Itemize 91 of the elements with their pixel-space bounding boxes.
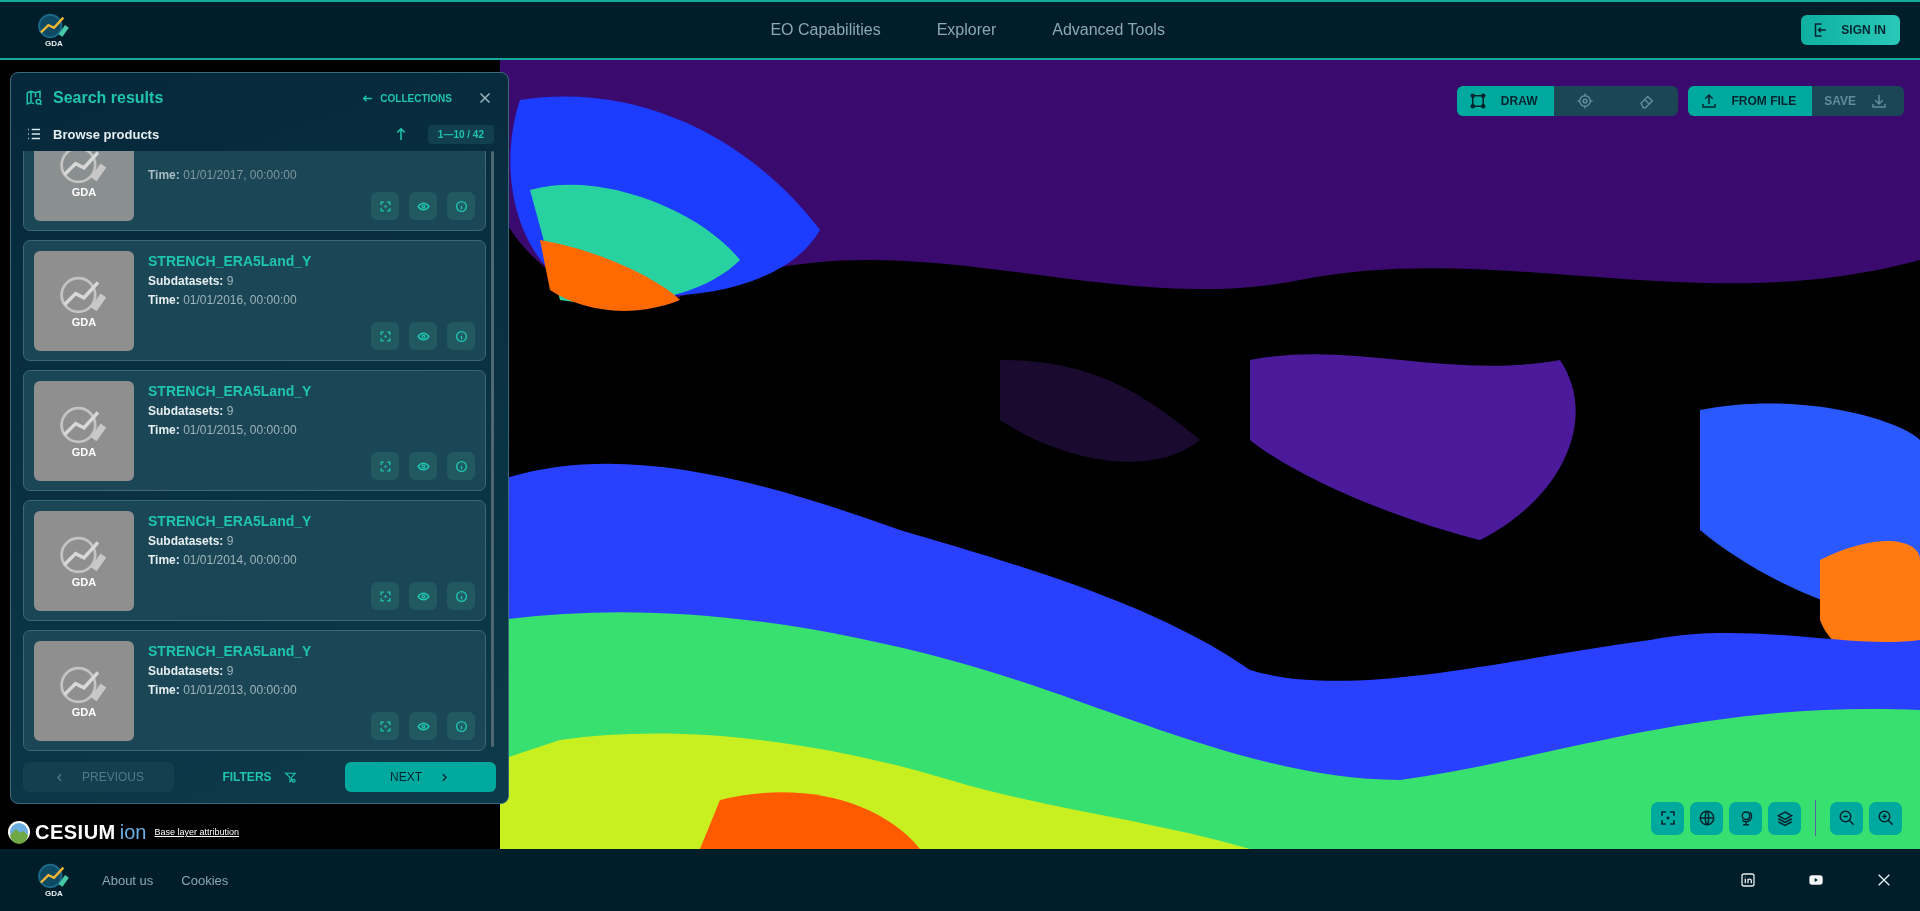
zoom-to-button[interactable] <box>371 452 399 480</box>
thumbnail-label: GDA <box>71 575 97 588</box>
target-icon <box>1575 92 1594 110</box>
preview-button[interactable] <box>409 192 437 220</box>
preview-button[interactable] <box>409 582 437 610</box>
focus-icon <box>378 459 392 473</box>
thumbnail-label: GDA <box>71 705 97 718</box>
nav-link[interactable]: Advanced Tools <box>1052 21 1165 39</box>
brand-name: CESIUM <box>35 820 116 844</box>
subdatasets-text: Subdatasets: 9 <box>148 274 235 288</box>
brand-suffix: ion <box>119 820 147 844</box>
info-button[interactable] <box>447 322 475 350</box>
nav-link[interactable]: Explorer <box>936 21 997 39</box>
time-text: Time: 01/01/2016, 00:00:00 <box>148 293 298 307</box>
nav-link[interactable]: EO Capabilities <box>770 21 881 39</box>
product-name: STRENCH_ERA5Land_Y <box>148 383 313 399</box>
product-card[interactable]: GDA Time: 01/01/2017, 00:00:00 <box>23 151 486 231</box>
info-button[interactable] <box>447 192 475 220</box>
thumbnail-label: GDA <box>71 185 97 198</box>
focus-icon <box>1658 809 1677 827</box>
map-search-icon <box>25 89 43 107</box>
info-button[interactable] <box>447 712 475 740</box>
zoom-out-icon <box>1837 809 1856 827</box>
layers-icon <box>1775 809 1794 827</box>
product-name: STRENCH_ERA5Land_Y <box>148 513 313 529</box>
preview-button[interactable] <box>409 712 437 740</box>
browse-products-label: Browse products <box>53 126 161 142</box>
logo[interactable]: GDA <box>34 12 74 48</box>
logo-text: GDA <box>45 40 63 48</box>
focus-icon <box>378 719 392 733</box>
logo-text: GDA <box>45 890 63 898</box>
play-icon[interactable] <box>1808 872 1824 888</box>
thumbnail-label: GDA <box>71 315 97 328</box>
product-card[interactable]: GDA STRENCH_ERA5Land_Y Subdatasets: 9 Time: 01/01/2014, 00:00:00 <box>23 500 486 621</box>
globe-icon <box>1697 809 1716 827</box>
scroll-bar[interactable] <box>491 151 494 747</box>
subdatasets-text: Subdatasets: 9 <box>148 664 235 678</box>
from-file-button[interactable]: FROM FILE <box>1687 86 1813 116</box>
time-text: Time: 01/01/2015, 00:00:00 <box>148 423 298 437</box>
square-nodes-icon <box>1468 92 1487 110</box>
x-icon[interactable] <box>1876 872 1892 888</box>
time-text: Time: 01/01/2014, 00:00:00 <box>148 553 298 567</box>
filters-button[interactable]: FILTERS <box>216 769 303 785</box>
info-icon <box>454 199 468 213</box>
footer-link[interactable]: Cookies <box>181 872 229 888</box>
product-card[interactable]: GDA STRENCH_ERA5Land_Y Subdatasets: 9 Time: 01/01/2016, 00:00:00 <box>23 240 486 361</box>
subdatasets-text: Subdatasets: 9 <box>148 534 235 548</box>
layers-button[interactable] <box>1768 801 1801 835</box>
next-button[interactable]: NEXT <box>345 762 496 792</box>
subdatasets-text: Subdatasets: 9 <box>148 404 235 418</box>
logo[interactable]: GDA <box>34 862 74 898</box>
info-icon <box>454 589 468 603</box>
time-text: Time: 01/01/2017, 00:00:00 <box>148 168 298 182</box>
collections-link[interactable]: COLLECTIONS <box>361 91 452 105</box>
zoom-to-button[interactable] <box>371 192 399 220</box>
zoom-in-button[interactable] <box>1869 801 1902 835</box>
zoom-to-button[interactable] <box>371 712 399 740</box>
desk-globe-button[interactable] <box>1729 801 1762 835</box>
zoom-to-button[interactable] <box>371 322 399 350</box>
info-button[interactable] <box>447 452 475 480</box>
product-name: STRENCH_ERA5Land_Y <box>148 253 313 269</box>
download-icon <box>1870 92 1888 110</box>
footer-link[interactable]: About us <box>102 872 154 888</box>
focus-button[interactable] <box>1651 801 1684 835</box>
product-name: STRENCH_ERA5Land_Y <box>148 643 313 659</box>
focus-icon <box>378 329 392 343</box>
product-card[interactable]: GDA STRENCH_ERA5Land_Y Subdatasets: 9 Time: 01/01/2013, 00:00:00 <box>23 630 486 751</box>
draw-button[interactable]: DRAW <box>1456 86 1554 116</box>
upload-icon <box>1699 92 1718 110</box>
attribution-link[interactable]: Base layer attribution <box>154 827 240 837</box>
mountain-logo-icon <box>7 820 31 844</box>
zoom-to-button[interactable] <box>371 582 399 610</box>
zoom-out-button[interactable] <box>1830 801 1863 835</box>
info-icon <box>454 719 468 733</box>
time-text: Time: 01/01/2013, 00:00:00 <box>148 683 298 697</box>
info-icon <box>454 459 468 473</box>
preview-button[interactable] <box>409 322 437 350</box>
zoom-in-icon <box>1876 809 1895 827</box>
focus-icon <box>378 589 392 603</box>
filter-icon <box>283 770 297 784</box>
sign-in-button[interactable]: SIGN IN <box>1801 15 1900 45</box>
info-button[interactable] <box>447 582 475 610</box>
thumbnail-label: GDA <box>71 445 97 458</box>
globe-button[interactable] <box>1690 801 1723 835</box>
result-range-badge: 1—10 / 42 <box>427 124 494 144</box>
focus-icon <box>378 199 392 213</box>
preview-button[interactable] <box>409 452 437 480</box>
linkedin-icon[interactable] <box>1740 872 1756 888</box>
info-icon <box>454 329 468 343</box>
panel-title: Search results <box>53 89 165 107</box>
product-card[interactable]: GDA STRENCH_ERA5Land_Y Subdatasets: 9 Time: 01/01/2015, 00:00:00 <box>23 370 486 491</box>
